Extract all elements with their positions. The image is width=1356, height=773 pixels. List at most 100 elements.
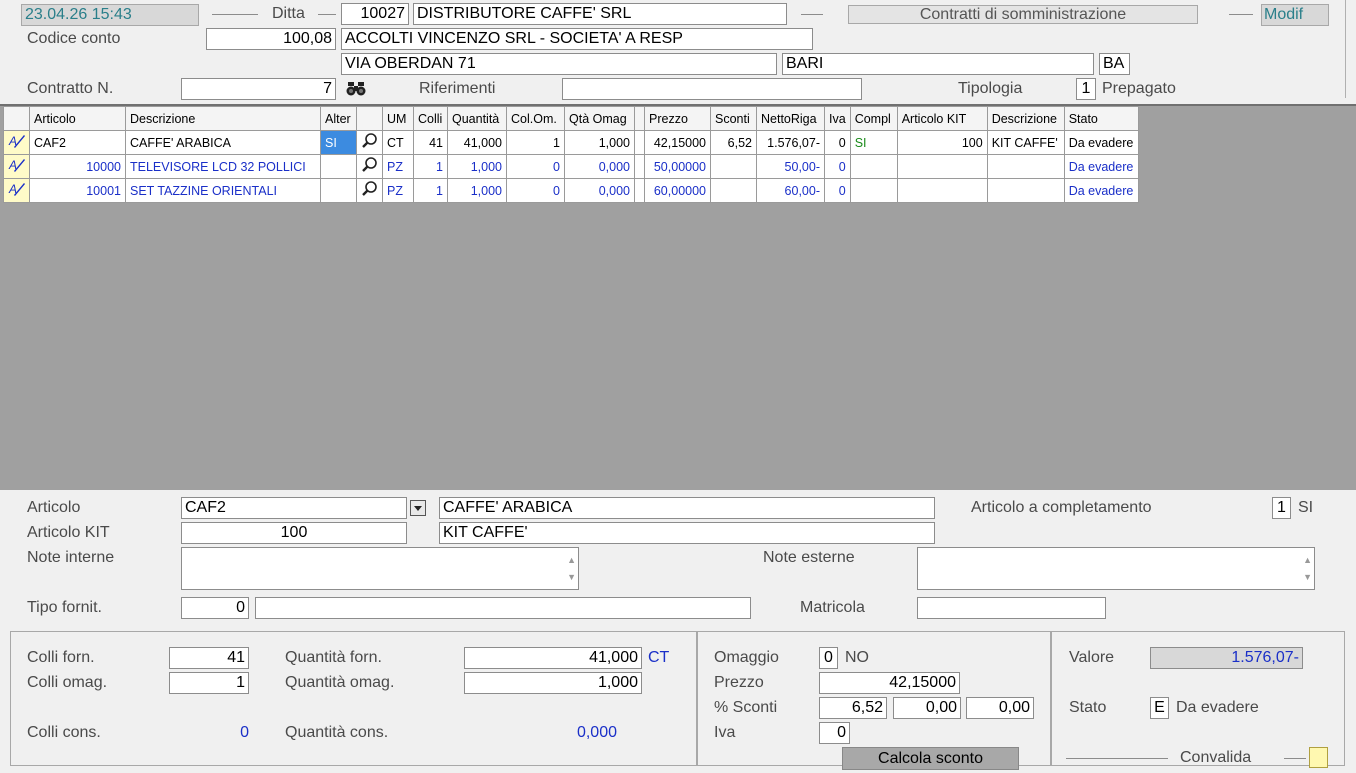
column-header[interactable] [356,106,383,131]
column-header[interactable]: Quantità [447,106,507,131]
scroll-down-icon[interactable]: ▼ [567,567,576,587]
cell-colli[interactable]: 1 [413,154,448,179]
cell-descrizione[interactable]: SET TAZZINE ORIENTALI [125,178,321,203]
table-row[interactable]: A 10000 TELEVISORE LCD 32 POLLICI PZ 1 1… [3,154,1139,179]
cell-prezzo[interactable]: 60,00000 [644,178,711,203]
table-row[interactable]: A 10001 SET TAZZINE ORIENTALI PZ 1 1,000… [3,178,1139,203]
column-header[interactable]: Descrizione [986,106,1065,131]
cell-qta-omag[interactable]: 0,000 [564,178,635,203]
cell-stato[interactable]: Da evadere [1063,154,1139,179]
column-header[interactable]: UM [382,106,414,131]
tipologia-field[interactable]: 1 [1076,78,1096,100]
cell-netto[interactable]: 60,00- [756,178,825,203]
contratto-field[interactable]: 7 [181,78,336,100]
matricola-field[interactable] [917,597,1106,619]
cell-iva[interactable]: 0 [824,178,851,203]
cell-sconti[interactable]: 6,52 [710,130,757,155]
riferimenti-field[interactable] [562,78,862,100]
note-interne-textarea[interactable]: ▲ ▼ [181,547,579,590]
sconto1-field[interactable]: 6,52 [819,697,887,719]
cell-alter[interactable] [320,154,357,179]
completamento-field[interactable]: 1 [1272,497,1291,519]
cell-compl[interactable] [849,178,898,203]
column-header[interactable]: Qtà Omag [564,106,635,131]
codice-conto-field[interactable]: 100,08 [206,28,336,50]
column-header[interactable]: Alter [320,106,357,131]
column-header[interactable]: Articolo [29,106,126,131]
stato-field[interactable]: E [1150,697,1169,719]
column-header[interactable]: Iva [824,106,851,131]
ditta-code-field[interactable]: 10027 [341,3,409,25]
calcola-sconto-button[interactable]: Calcola sconto [842,747,1019,770]
prezzo-field[interactable]: 42,15000 [819,672,960,694]
search-icon[interactable] [356,154,383,179]
sconto2-field[interactable]: 0,00 [893,697,961,719]
sconto3-field[interactable]: 0,00 [966,697,1034,719]
column-header[interactable]: Compl [849,106,898,131]
table-row[interactable]: A CAF2 CAFFE' ARABICA SI CT 41 41,000 1 … [3,130,1139,155]
note-esterne-textarea[interactable]: ▲ ▼ [917,547,1315,590]
cell-quantita[interactable]: 1,000 [447,178,507,203]
row-edit-icon[interactable]: A [3,154,30,179]
column-header[interactable]: Descrizione [125,106,321,131]
articolo-field[interactable]: CAF2 [181,497,407,519]
colli-forn-field[interactable]: 41 [169,647,249,669]
cell-compl[interactable] [849,154,898,179]
column-header[interactable]: NettoRiga [756,106,825,131]
cell-prezzo[interactable]: 50,00000 [644,154,711,179]
cell-qta-omag[interactable]: 0,000 [564,154,635,179]
cell-iva[interactable]: 0 [824,154,851,179]
cell-descrizione[interactable]: CAFFE' ARABICA [125,130,321,155]
column-header[interactable]: Articolo KIT [896,106,988,131]
kit-field[interactable]: 100 [181,522,407,544]
cell-col-om[interactable]: 0 [506,154,565,179]
cell-desc-kit[interactable] [986,154,1065,179]
column-header[interactable]: Prezzo [644,106,711,131]
cell-art-kit[interactable] [896,154,988,179]
cell-col-om[interactable]: 1 [506,130,565,155]
cell-quantita[interactable]: 1,000 [447,154,507,179]
row-edit-icon[interactable]: A [3,130,30,155]
cell-colli[interactable]: 41 [413,130,448,155]
colli-omag-field[interactable]: 1 [169,672,249,694]
cell-stato[interactable]: Da evadere [1063,178,1139,203]
cell-desc-kit[interactable]: KIT CAFFE' [986,130,1065,155]
cell-desc-kit[interactable] [986,178,1065,203]
search-icon[interactable] [356,178,383,203]
column-header[interactable]: Col.Om. [506,106,565,131]
column-header[interactable] [634,106,645,131]
chevron-down-icon[interactable] [410,500,426,516]
cell-netto[interactable]: 50,00- [756,154,825,179]
cell-netto[interactable]: 1.576,07- [756,130,825,155]
column-header[interactable]: Colli [413,106,448,131]
row-edit-icon[interactable]: A [3,178,30,203]
cell-art-kit[interactable]: 100 [896,130,988,155]
cell-um[interactable]: CT [382,130,414,155]
cell-descrizione[interactable]: TELEVISORE LCD 32 POLLICI [125,154,321,179]
search-icon[interactable] [356,130,383,155]
cell-compl[interactable]: SI [849,130,898,155]
cell-um[interactable]: PZ [382,154,414,179]
cell-stato[interactable]: Da evadere [1063,130,1139,155]
cell-quantita[interactable]: 41,000 [447,130,507,155]
column-header[interactable]: Sconti [710,106,757,131]
cell-iva[interactable]: 0 [824,130,851,155]
tipo-fornit-field[interactable]: 0 [181,597,249,619]
cell-alter[interactable] [320,178,357,203]
cell-col-om[interactable]: 0 [506,178,565,203]
cell-sconti[interactable] [710,178,757,203]
omaggio-field[interactable]: 0 [819,647,838,669]
cell-prezzo[interactable]: 42,15000 [644,130,711,155]
convalida-checkbox[interactable] [1309,747,1328,768]
cell-um[interactable]: PZ [382,178,414,203]
cell-qta-omag[interactable]: 1,000 [564,130,635,155]
column-header[interactable]: Stato [1063,106,1139,131]
qta-forn-field[interactable]: 41,000 [464,647,642,669]
cell-articolo[interactable]: 10000 [29,154,126,179]
cell-art-kit[interactable] [896,178,988,203]
cell-alter[interactable]: SI [320,130,357,155]
cell-sconti[interactable] [710,154,757,179]
cell-articolo[interactable]: CAF2 [29,130,126,155]
binoculars-icon[interactable] [346,80,366,98]
qta-omag-field[interactable]: 1,000 [464,672,642,694]
